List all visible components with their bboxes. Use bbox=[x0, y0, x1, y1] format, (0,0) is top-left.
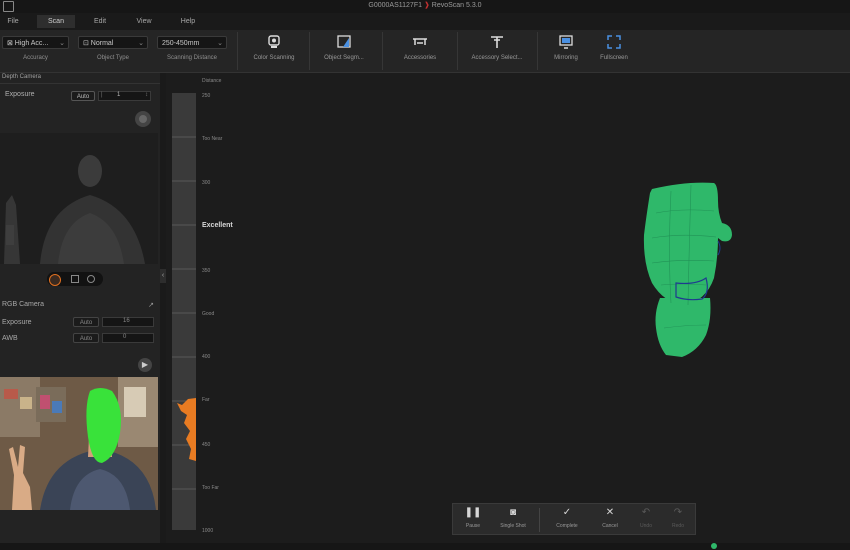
title-bar: G0000AS1127F1 ❱ RevoScan 5.3.0 bbox=[0, 0, 850, 13]
rgb-mode-icon[interactable] bbox=[71, 275, 79, 283]
connection-status-icon bbox=[711, 543, 717, 549]
record-icon bbox=[139, 115, 147, 123]
object-segmentation-button[interactable]: Object Segm... bbox=[312, 34, 376, 61]
chevron-down-icon: ⌄ bbox=[59, 40, 65, 47]
awb-auto-button[interactable]: Auto bbox=[73, 333, 99, 343]
scanning-distance-caption: Scanning Distance bbox=[166, 55, 218, 61]
cancel-button[interactable]: ✕ Cancel bbox=[594, 507, 626, 529]
ruler-label-excellent: Excellent bbox=[202, 222, 233, 229]
single-shot-button[interactable]: ◙ Single Shot bbox=[497, 507, 529, 529]
ruler-graphic bbox=[172, 93, 196, 530]
ruler-label-250: 250 bbox=[202, 93, 211, 99]
collapse-icon[interactable]: ↗ bbox=[148, 301, 154, 309]
view-switch[interactable] bbox=[47, 272, 103, 286]
scan-control-bar: ❚❚ Pause ◙ Single Shot ✓ Complete ✕ Canc… bbox=[452, 503, 696, 535]
pause-button[interactable]: ❚❚ Pause bbox=[457, 507, 489, 529]
camera-icon: ◙ bbox=[509, 507, 517, 518]
depth-preview-toggle-button[interactable] bbox=[135, 111, 151, 127]
ruler-label-450: 450 bbox=[202, 442, 211, 448]
accessory-select-button[interactable]: Accessory Select... bbox=[464, 34, 530, 61]
fullscreen-button[interactable]: Fullscreen bbox=[594, 34, 634, 61]
ruler-label-300: 300 bbox=[202, 180, 211, 186]
rgb-exposure-auto-button[interactable]: Auto bbox=[73, 317, 99, 327]
status-bar bbox=[0, 543, 850, 550]
toolbar-separator bbox=[457, 32, 458, 70]
divider bbox=[0, 83, 160, 84]
ruler-label-good: Good bbox=[202, 311, 215, 317]
ruler-label-too-near: Too Near bbox=[202, 136, 223, 142]
stepper-increment[interactable]: ↕ bbox=[145, 92, 148, 98]
menu-bar: File Scan Edit View Help bbox=[0, 13, 850, 30]
awb-value: 0 bbox=[123, 334, 127, 340]
toolbar-separator bbox=[382, 32, 383, 70]
ruler-label-far: Far bbox=[202, 397, 210, 403]
awb-stepper[interactable]: 0 bbox=[102, 333, 154, 343]
toolbar-separator bbox=[309, 32, 310, 70]
depth-preview-image bbox=[0, 133, 158, 264]
depth-controls-row bbox=[0, 264, 160, 294]
accessories-icon bbox=[413, 38, 427, 45]
scanning-distance-dropdown[interactable]: 250-450mm ⌄ bbox=[157, 36, 227, 49]
rgb-camera-preview bbox=[0, 377, 158, 510]
ruler-label-too-far: Too Far bbox=[202, 485, 219, 491]
rgb-preview-image bbox=[0, 377, 158, 510]
play-icon[interactable]: ▶ bbox=[138, 358, 152, 372]
distance-ruler bbox=[172, 93, 196, 530]
toolbar-separator bbox=[537, 32, 538, 70]
depth-camera-header: Depth Camera bbox=[2, 74, 42, 80]
menu-scan[interactable]: Scan bbox=[37, 15, 75, 28]
stepper-decrement[interactable]: | bbox=[101, 92, 103, 98]
complete-button[interactable]: ✓ Complete bbox=[551, 507, 583, 529]
pause-icon: ❚❚ bbox=[464, 507, 482, 518]
object-type-dropdown[interactable]: ⊡ Normal ⌄ bbox=[78, 36, 148, 49]
overlay-mode-icon[interactable] bbox=[87, 275, 95, 283]
rgb-exposure-value: 16 bbox=[123, 318, 130, 324]
redo-button[interactable]: ↷ Redo bbox=[662, 507, 694, 529]
rgb-exposure-stepper[interactable]: 16 bbox=[102, 317, 154, 327]
rgb-camera-header: RGB Camera bbox=[2, 301, 45, 308]
accuracy-caption: Accuracy bbox=[23, 55, 48, 61]
window-title: G0000AS1127F1 ❱ RevoScan 5.3.0 bbox=[368, 2, 482, 9]
menu-edit[interactable]: Edit bbox=[86, 15, 114, 28]
ruler-title: Distance bbox=[202, 78, 222, 84]
mesh-preview bbox=[643, 182, 732, 357]
depth-exposure-stepper[interactable]: | 1 ↕ bbox=[98, 91, 151, 101]
accuracy-dropdown[interactable]: ⊠ High Acc... ⌄ bbox=[2, 36, 69, 49]
close-icon: ✕ bbox=[605, 507, 615, 518]
menu-view[interactable]: View bbox=[130, 15, 158, 28]
ruler-label-350: 350 bbox=[202, 268, 211, 274]
menu-file[interactable]: File bbox=[2, 15, 24, 28]
accessories-button[interactable]: Accessories bbox=[390, 34, 450, 61]
depth-exposure-label: Exposure bbox=[5, 91, 35, 98]
awb-label: AWB bbox=[2, 335, 18, 342]
depth-camera-preview bbox=[0, 133, 158, 264]
ruler-label-1000: 1000 bbox=[202, 528, 214, 534]
check-icon: ✓ bbox=[562, 507, 572, 518]
divider bbox=[539, 508, 540, 532]
mirroring-button[interactable]: Mirroring bbox=[548, 34, 584, 61]
depth-mode-icon[interactable] bbox=[49, 274, 61, 286]
mirroring-icon bbox=[559, 35, 573, 49]
toolbar: ⊠ High Acc... ⌄ Accuracy ⊡ Normal ⌄ Object… bbox=[0, 30, 850, 73]
undo-button[interactable]: ↶ Undo bbox=[630, 507, 662, 529]
accessory-select-icon bbox=[491, 36, 503, 48]
color-scan-icon bbox=[268, 35, 280, 48]
fullscreen-icon bbox=[607, 35, 621, 49]
undo-icon: ↶ bbox=[641, 507, 651, 518]
3d-viewport[interactable] bbox=[166, 73, 850, 543]
chevron-down-icon: ⌄ bbox=[217, 40, 223, 47]
color-scanning-button[interactable]: Color Scanning bbox=[245, 34, 303, 61]
toolbar-separator bbox=[237, 32, 238, 70]
depth-exposure-auto-button[interactable]: Auto bbox=[71, 91, 95, 101]
object-type-caption: Object Type bbox=[97, 55, 129, 61]
object-segmentation-icon bbox=[337, 35, 351, 48]
chevron-down-icon: ⌄ bbox=[138, 40, 144, 47]
rgb-exposure-label: Exposure bbox=[2, 319, 32, 326]
ruler-label-400: 400 bbox=[202, 354, 211, 360]
menu-help[interactable]: Help bbox=[174, 15, 202, 28]
rgb-camera-settings: RGB Camera ↗ Exposure Auto 16 AWB Auto 0… bbox=[0, 298, 160, 376]
redo-icon: ↷ bbox=[673, 507, 683, 518]
depth-exposure-value: 1 bbox=[117, 92, 121, 98]
